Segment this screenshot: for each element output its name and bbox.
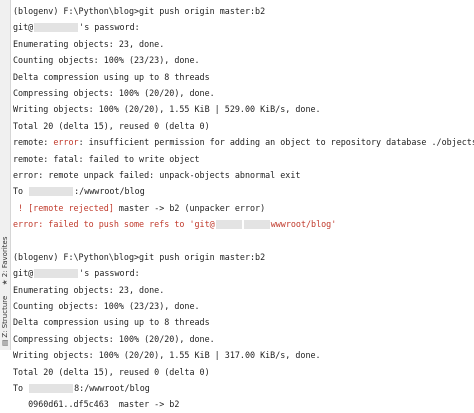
terminal-line: Compressing objects: 100% (20/20), done. <box>13 87 215 98</box>
terminal-line: 0960d61..df5c463 master -> b2 <box>13 399 180 410</box>
terminal-line: (blogenv) F:\Python\blog>git push origin… <box>13 251 266 262</box>
redacted-host <box>34 269 79 279</box>
redacted-host <box>34 23 79 33</box>
star-icon: ★ <box>1 279 9 286</box>
terminal-line: remote: fatal: failed to write object <box>13 153 200 164</box>
terminal-line: Total 20 (delta 15), reused 0 (delta 0) <box>13 366 210 377</box>
terminal-line: Compressing objects: 100% (20/20), done. <box>13 333 215 344</box>
terminal-line: error: remote unpack failed: unpack-obje… <box>13 169 301 180</box>
redacted-host <box>29 383 74 393</box>
favorites-tab-label: Favorites <box>1 236 9 269</box>
structure-icon: ▤ <box>1 339 9 347</box>
terminal-line: To 8:/wwwroot/blog <box>13 382 150 393</box>
terminal-line: Total 20 (delta 15), reused 0 (delta 0) <box>13 120 210 131</box>
redacted-host <box>243 220 270 230</box>
error-keyword: error <box>53 137 79 148</box>
terminal-line: Counting objects: 100% (23/23), done. <box>13 55 200 66</box>
terminal-line: Writing objects: 100% (20/20), 1.55 KiB … <box>13 104 321 115</box>
favorites-tool-tab[interactable]: ★2: Favorites <box>0 232 10 290</box>
terminal-line: Enumerating objects: 23, done. <box>13 38 165 49</box>
redacted-host <box>29 187 74 197</box>
structure-tab-label: Structure <box>1 295 9 329</box>
favorites-tab-number: 2 <box>1 272 9 278</box>
terminal-line: Delta compression using up to 8 threads <box>13 71 210 82</box>
terminal-line: remote: error: insufficient permission f… <box>13 137 474 148</box>
structure-tab-number: Z <box>1 332 9 338</box>
terminal-line: git@'s password: <box>13 268 140 279</box>
terminal-line: Counting objects: 100% (23/23), done. <box>13 301 200 312</box>
redacted-host <box>215 220 242 230</box>
structure-tool-tab[interactable]: ▤Z: Structure <box>0 292 10 350</box>
terminal-line: (blogenv) F:\Python\blog>git push origin… <box>13 6 266 16</box>
terminal-line: To :/wwwroot/blog <box>13 186 145 197</box>
terminal-output[interactable]: (blogenv) F:\Python\blog>git push origin… <box>13 3 474 409</box>
remote-rejected-label: [remote rejected] <box>28 202 114 213</box>
terminal-line: git@'s password: <box>13 22 140 33</box>
terminal-line: Delta compression using up to 8 threads <box>13 317 210 328</box>
terminal-line: Enumerating objects: 23, done. <box>13 284 165 295</box>
terminal-line: ! [remote rejected] master -> b2 (unpack… <box>13 202 266 213</box>
terminal-line-error: error: failed to push some refs to 'git@… <box>13 219 337 230</box>
